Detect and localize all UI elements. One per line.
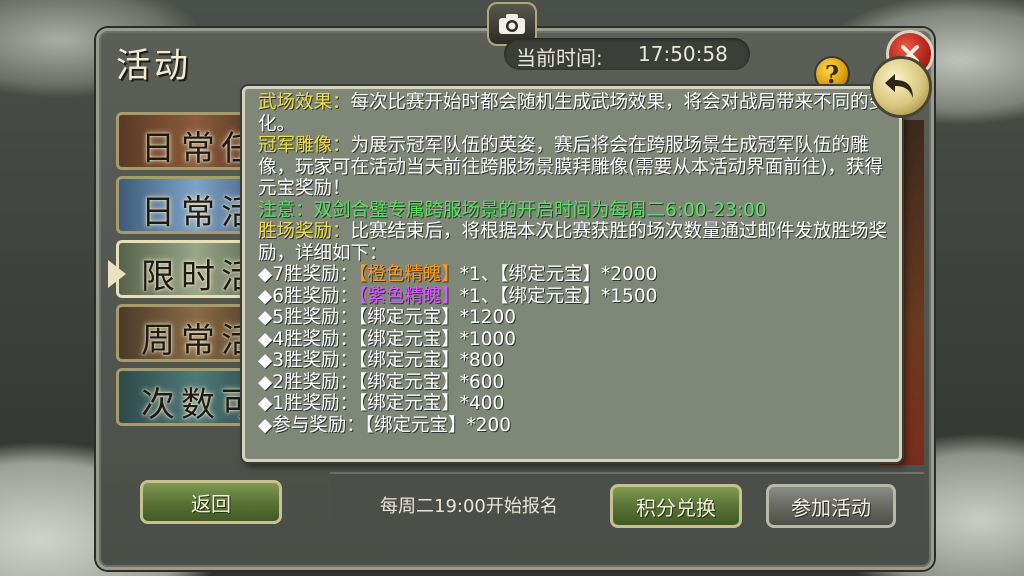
reward-line: ◆1胜奖励：【绑定元宝】*400 [258,393,892,415]
reward-prefix: ◆7胜奖励： [258,264,358,285]
rules-paragraph: 武场效果：每次比赛开始时都会随机生成武场效果，将会对战局带来不同的变化。 [258,92,892,135]
rules-text: 武场效果：每次比赛开始时都会随机生成武场效果，将会对战局带来不同的变化。 冠军雕… [258,92,892,436]
curved-arrow-icon [885,74,913,98]
reward-prefix: ◆参与奖励： [258,414,365,436]
rules-body: 每次比赛开始时都会随机生成武场效果，将会对战局带来不同的变化。 [258,92,888,135]
reward-rest: 【绑定元宝】*200 [364,414,512,436]
rules-body: 比赛结束后，将根据本次比赛获胜的场次数量通过邮件发放胜场奖励，详细如下： [258,221,888,264]
reward-rest: 【绑定元宝】*600 [358,371,505,393]
reward-line: ◆4胜奖励：【绑定元宝】*1000 [258,329,892,351]
rules-body: 为展示冠军队伍的英姿，赛后将会在跨服场景生成冠军队伍的雕像，玩家可在活动当天前往… [258,135,883,199]
window-title: 活动 [116,46,192,86]
reward-line: ◆参与奖励：【绑定元宝】*200 [258,415,892,437]
reward-prefix: ◆3胜奖励： [258,350,358,371]
rules-heading: 冠军雕像： [258,135,351,156]
reward-prefix: ◆1胜奖励： [258,393,358,414]
time-value: 17:50:58 [638,42,728,66]
camera-icon [499,14,525,34]
reward-rest: *1、【绑定元宝】*2000 [459,264,658,285]
points-exchange-button[interactable]: 积分兑换 [610,484,742,528]
reward-line: ◆5胜奖励：【绑定元宝】*1200 [258,307,892,329]
rules-notice: 注意：双剑合璧专属跨服场景的开启时间为每周二6:00-23:00 [258,199,767,221]
selected-tab-pointer-icon [108,260,126,288]
back-button[interactable]: 返回 [140,480,282,524]
reward-prefix: ◆4胜奖励： [258,328,358,350]
reward-special: 【橙色精魄】 [358,264,460,285]
rules-heading: 胜场奖励： [258,221,351,242]
reward-line: ◆2胜奖励：【绑定元宝】*600 [258,372,892,394]
rules-paragraph: 冠军雕像：为展示冠军队伍的英姿，赛后将会在跨服场景生成冠军队伍的雕像，玩家可在活… [258,135,892,200]
activity-tabs: 日常任 日常活 限时活 周常活 次数可 [116,112,276,432]
reward-rest: 【绑定元宝】*800 [358,350,505,371]
reward-rest: 【绑定元宝】*1000 [358,328,517,350]
rules-paragraph: 胜场奖励：比赛结束后，将根据本次比赛获胜的场次数量通过邮件发放胜场奖励，详细如下… [258,221,892,264]
reward-line: ◆7胜奖励：【橙色精魄】*1、【绑定元宝】*2000 [258,264,892,286]
rules-heading: 武场效果： [258,92,351,113]
reward-line: ◆3胜奖励：【绑定元宝】*800 [258,350,892,372]
signup-note: 每周二19:00开始报名 [380,496,558,517]
reward-prefix: ◆5胜奖励： [258,307,358,328]
popup-back-button[interactable] [870,56,932,118]
reward-prefix: ◆6胜奖励： [258,285,358,307]
reward-prefix: ◆2胜奖励： [258,371,358,393]
reward-rest: 【绑定元宝】*1200 [358,307,517,328]
reward-rest: *1、【绑定元宝】*1500 [459,285,658,307]
reward-rest: 【绑定元宝】*400 [358,393,505,414]
reward-line: ◆6胜奖励：【紫色精魄】*1、【绑定元宝】*1500 [258,286,892,308]
join-activity-button[interactable]: 参加活动 [766,484,896,528]
reward-special: 【紫色精魄】 [358,285,460,307]
question-icon: ? [824,59,840,89]
time-label: 当前时间: [516,46,603,70]
